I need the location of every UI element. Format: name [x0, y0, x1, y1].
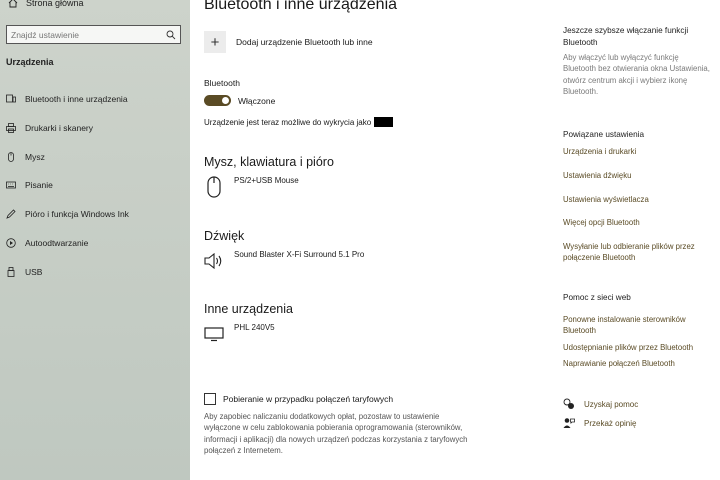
device-item-speaker[interactable]: Sound Blaster X-Fi Surround 5.1 Pro — [204, 250, 364, 272]
link-more-bluetooth-options[interactable]: Więcej opcji Bluetooth — [563, 217, 713, 228]
sidebar-section-title: Urządzenia — [6, 57, 54, 67]
metered-description: Aby zapobiec naliczaniu dodatkowych opła… — [204, 412, 468, 455]
keyboard-icon — [6, 181, 16, 189]
add-device-label: Dodaj urządzenie Bluetooth lub inne — [236, 37, 373, 47]
section-title-other-devices: Inne urządzenia — [204, 302, 293, 316]
monitor-icon — [204, 323, 224, 345]
feedback-link[interactable]: Przekaż opinię — [563, 417, 636, 429]
add-device-button[interactable]: + Dodaj urządzenie Bluetooth lub inne — [204, 31, 373, 53]
link-devices-printers[interactable]: Urządzenia i drukarki — [563, 146, 713, 157]
sidebar-item-label: Pisanie — [25, 180, 53, 190]
discoverable-text: Urządzenie jest teraz możliwe do wykryci… — [204, 117, 394, 127]
device-name: PS/2+USB Mouse — [234, 176, 299, 185]
help-chat-icon — [563, 398, 574, 409]
sidebar-item-label: Pióro i funkcja Windows Ink — [25, 209, 129, 219]
link-display-settings[interactable]: Ustawienia wyświetlacza — [563, 194, 713, 205]
sidebar-item-typing[interactable]: Pisanie — [6, 180, 53, 190]
discoverable-label: Urządzenie jest teraz możliwe do wykryci… — [204, 117, 372, 127]
sidebar-item-printers[interactable]: Drukarki i skanery — [6, 123, 93, 133]
feedback-label: Przekaż opinię — [584, 418, 637, 428]
get-help-label: Uzyskaj pomoc — [584, 399, 639, 409]
speaker-icon — [204, 250, 224, 272]
autoplay-icon — [6, 238, 16, 248]
bluetooth-toggle[interactable] — [204, 95, 231, 106]
sidebar-item-label: Mysz — [25, 152, 45, 162]
link-reinstall-drivers[interactable]: Ponowne instalowanie sterowników Bluetoo… — [563, 314, 713, 337]
search-icon[interactable] — [166, 30, 176, 40]
feedback-person-icon — [563, 418, 575, 428]
plus-icon: + — [204, 31, 226, 53]
device-name: Sound Blaster X-Fi Surround 5.1 Pro — [234, 250, 365, 259]
device-item-mouse[interactable]: PS/2+USB Mouse — [204, 176, 299, 198]
sidebar-item-label: Bluetooth i inne urządzenia — [25, 94, 128, 104]
section-title-audio: Dźwięk — [204, 229, 245, 243]
redacted-device-name — [374, 117, 394, 127]
get-help-link[interactable]: Uzyskaj pomoc — [563, 398, 638, 410]
device-item-monitor[interactable]: PHL 240V5 — [204, 323, 275, 345]
search-input[interactable] — [7, 29, 166, 40]
toggle-state-label: Włączone — [238, 95, 276, 106]
sidebar-item-autoplay[interactable]: Autoodtwarzanie — [6, 238, 88, 248]
page-title: Bluetooth i inne urządzenia — [204, 0, 398, 13]
bluetooth-label: Bluetooth — [204, 78, 240, 88]
sidebar-item-bluetooth[interactable]: Bluetooth i inne urządzenia — [6, 94, 128, 104]
link-fix-connections[interactable]: Naprawianie połączeń Bluetooth — [563, 358, 713, 369]
usb-icon — [7, 267, 15, 277]
bluetooth-toggle-row: Włączone — [204, 95, 275, 106]
home-link[interactable]: Strona główna — [8, 0, 84, 8]
link-send-receive-files[interactable]: Wysyłanie lub odbieranie plików przez po… — [563, 241, 713, 264]
printer-icon — [6, 123, 16, 133]
sidebar-item-usb[interactable]: USB — [6, 267, 42, 277]
web-help-title: Pomoc z sieci web — [563, 293, 631, 302]
pen-icon — [6, 209, 16, 219]
main-content: Bluetooth i inne urządzenia + Dodaj urzą… — [190, 0, 550, 480]
metered-checkbox-label: Pobieranie w przypadku połączeń taryfowy… — [223, 394, 394, 404]
quick-tip-text: Aby włączyć lub wyłączyć funkcję Bluetoo… — [563, 53, 710, 96]
bluetooth-device-icon — [6, 94, 16, 103]
sidebar-item-mouse[interactable]: Mysz — [6, 152, 45, 162]
quick-tip-title: Jeszcze szybsze włączanie funkcji Blueto… — [563, 26, 689, 47]
metered-download-checkbox[interactable] — [204, 393, 216, 405]
right-panel: Jeszcze szybsze włączanie funkcji Blueto… — [563, 0, 715, 480]
search-box[interactable] — [6, 25, 181, 44]
home-label: Strona główna — [26, 0, 84, 8]
mouse-icon — [8, 152, 14, 162]
section-title-input-devices: Mysz, klawiatura i pióro — [204, 155, 334, 169]
sidebar-item-pen[interactable]: Pióro i funkcja Windows Ink — [6, 209, 129, 219]
home-icon — [8, 0, 18, 8]
mouse-icon — [204, 176, 224, 198]
link-sound-settings[interactable]: Ustawienia dźwięku — [563, 170, 713, 181]
sidebar: Strona główna Urządzenia Bluetooth i inn… — [0, 0, 190, 480]
metered-download-option: Pobieranie w przypadku połączeń taryfowy… — [204, 393, 393, 405]
link-share-files[interactable]: Udostępnianie plików przez Bluetooth — [563, 342, 713, 353]
related-settings-title: Powiązane ustawienia — [563, 130, 645, 139]
sidebar-item-label: Drukarki i skanery — [25, 123, 94, 133]
sidebar-item-label: USB — [25, 267, 43, 277]
sidebar-item-label: Autoodtwarzanie — [25, 238, 89, 248]
device-name: PHL 240V5 — [234, 323, 275, 332]
